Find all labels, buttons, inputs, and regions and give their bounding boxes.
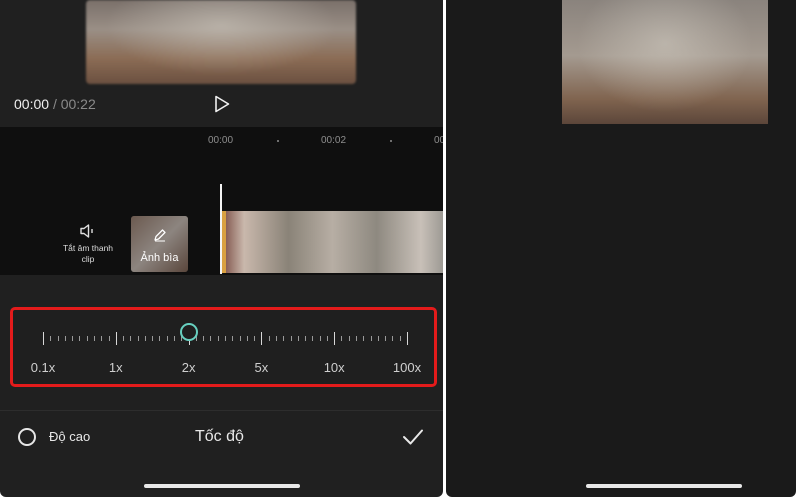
speed-minor-tick bbox=[239, 336, 241, 341]
video-preview-right bbox=[562, 0, 768, 124]
speed-option-1[interactable]: 1x bbox=[109, 360, 123, 375]
ruler-time-0: 00:00 bbox=[208, 135, 234, 146]
speed-option-4[interactable]: 10x bbox=[324, 360, 345, 375]
speed-minor-tick bbox=[392, 336, 394, 341]
speed-minor-tick bbox=[246, 336, 248, 341]
speed-minor-tick bbox=[370, 336, 372, 341]
speed-minor-tick bbox=[305, 336, 307, 341]
speed-option-0[interactable]: 0.1x bbox=[31, 360, 56, 375]
cover-thumbnail-button[interactable]: Ảnh bìa bbox=[131, 216, 188, 272]
speed-minor-tick bbox=[203, 336, 205, 341]
speed-minor-tick bbox=[377, 336, 379, 341]
speed-minor-tick bbox=[137, 336, 139, 341]
speed-option-3[interactable]: 5x bbox=[255, 360, 269, 375]
mute-clip-button[interactable]: Tắt âm thanh clip bbox=[62, 223, 114, 265]
cover-label: Ảnh bìa bbox=[140, 252, 179, 264]
right-phone-screen bbox=[446, 0, 796, 497]
speed-option-5[interactable]: 100x bbox=[393, 360, 421, 375]
pitch-radio[interactable] bbox=[18, 428, 36, 446]
playback-time: 00:00 / 00:22 bbox=[14, 96, 96, 112]
speed-minor-tick bbox=[72, 336, 74, 341]
speed-minor-tick bbox=[326, 336, 328, 341]
pitch-label: Độ cao bbox=[49, 429, 91, 444]
speed-minor-tick bbox=[275, 336, 277, 341]
play-button[interactable] bbox=[213, 95, 231, 113]
speed-minor-tick bbox=[101, 336, 103, 341]
speed-major-tick bbox=[407, 332, 408, 345]
left-phone-screen: 00:00 / 00:22 00:00 00:02 00 Tắt âm than… bbox=[0, 0, 443, 497]
speed-minor-tick bbox=[254, 336, 256, 341]
home-indicator bbox=[144, 484, 300, 488]
pencil-icon bbox=[154, 229, 166, 242]
speed-minor-tick bbox=[123, 336, 125, 341]
speed-minor-tick bbox=[399, 336, 401, 341]
speed-minor-tick bbox=[57, 336, 59, 341]
speed-option-2[interactable]: 2x bbox=[182, 360, 196, 375]
time-separator: / bbox=[52, 96, 57, 112]
speed-minor-tick bbox=[268, 336, 270, 341]
speed-minor-tick bbox=[348, 336, 350, 341]
checkmark-icon bbox=[403, 429, 423, 445]
speed-minor-tick bbox=[232, 336, 234, 341]
speed-slider-track[interactable] bbox=[43, 332, 408, 345]
speed-minor-tick bbox=[79, 336, 81, 341]
speed-major-tick bbox=[43, 332, 44, 345]
speed-slider-knob[interactable] bbox=[179, 323, 198, 341]
speed-minor-tick bbox=[86, 336, 88, 341]
speed-selector: 0.1x 1x 2x 5x 10x 100x bbox=[10, 307, 437, 387]
speed-minor-tick bbox=[217, 336, 219, 341]
panel-title: Tốc độ bbox=[195, 428, 244, 445]
speed-minor-tick bbox=[130, 336, 132, 341]
speed-minor-tick bbox=[174, 336, 176, 341]
speed-minor-tick bbox=[210, 336, 212, 341]
timeline[interactable]: 00:00 00:02 00 Tắt âm thanh clip Ảnh bìa bbox=[0, 127, 443, 275]
video-preview bbox=[86, 0, 356, 84]
speed-minor-tick bbox=[93, 336, 95, 341]
speed-minor-tick bbox=[356, 336, 358, 341]
current-time: 00:00 bbox=[14, 96, 50, 112]
speed-minor-tick bbox=[312, 336, 314, 341]
speed-minor-tick bbox=[144, 336, 146, 341]
speed-minor-tick bbox=[50, 336, 52, 341]
home-indicator-right bbox=[586, 484, 742, 488]
speed-major-tick bbox=[334, 332, 336, 345]
speed-minor-tick bbox=[64, 336, 66, 341]
speaker-icon bbox=[80, 224, 93, 238]
play-icon bbox=[215, 95, 230, 113]
mute-clip-label: Tắt âm thanh clip bbox=[62, 243, 114, 264]
ruler-time-2: 00 bbox=[434, 135, 443, 146]
speed-minor-tick bbox=[290, 336, 292, 341]
speed-minor-tick bbox=[152, 336, 154, 341]
speed-minor-tick bbox=[283, 336, 285, 341]
speed-minor-tick bbox=[363, 336, 365, 341]
video-clip[interactable] bbox=[222, 211, 443, 273]
speed-major-tick bbox=[261, 332, 263, 345]
speed-minor-tick bbox=[159, 336, 161, 341]
ruler-dot bbox=[277, 140, 279, 142]
speed-minor-tick bbox=[319, 336, 321, 341]
total-time: 00:22 bbox=[60, 96, 96, 112]
divider bbox=[0, 410, 443, 411]
ruler-time-1: 00:02 bbox=[321, 135, 347, 146]
ruler-dot bbox=[390, 140, 392, 142]
confirm-button[interactable] bbox=[402, 428, 424, 446]
speed-minor-tick bbox=[225, 336, 226, 341]
speed-minor-tick bbox=[108, 336, 110, 341]
speed-minor-tick bbox=[166, 336, 168, 341]
speed-minor-tick bbox=[385, 336, 387, 341]
speed-minor-tick bbox=[297, 336, 299, 341]
speed-major-tick bbox=[115, 332, 117, 345]
speed-minor-tick bbox=[341, 336, 343, 341]
